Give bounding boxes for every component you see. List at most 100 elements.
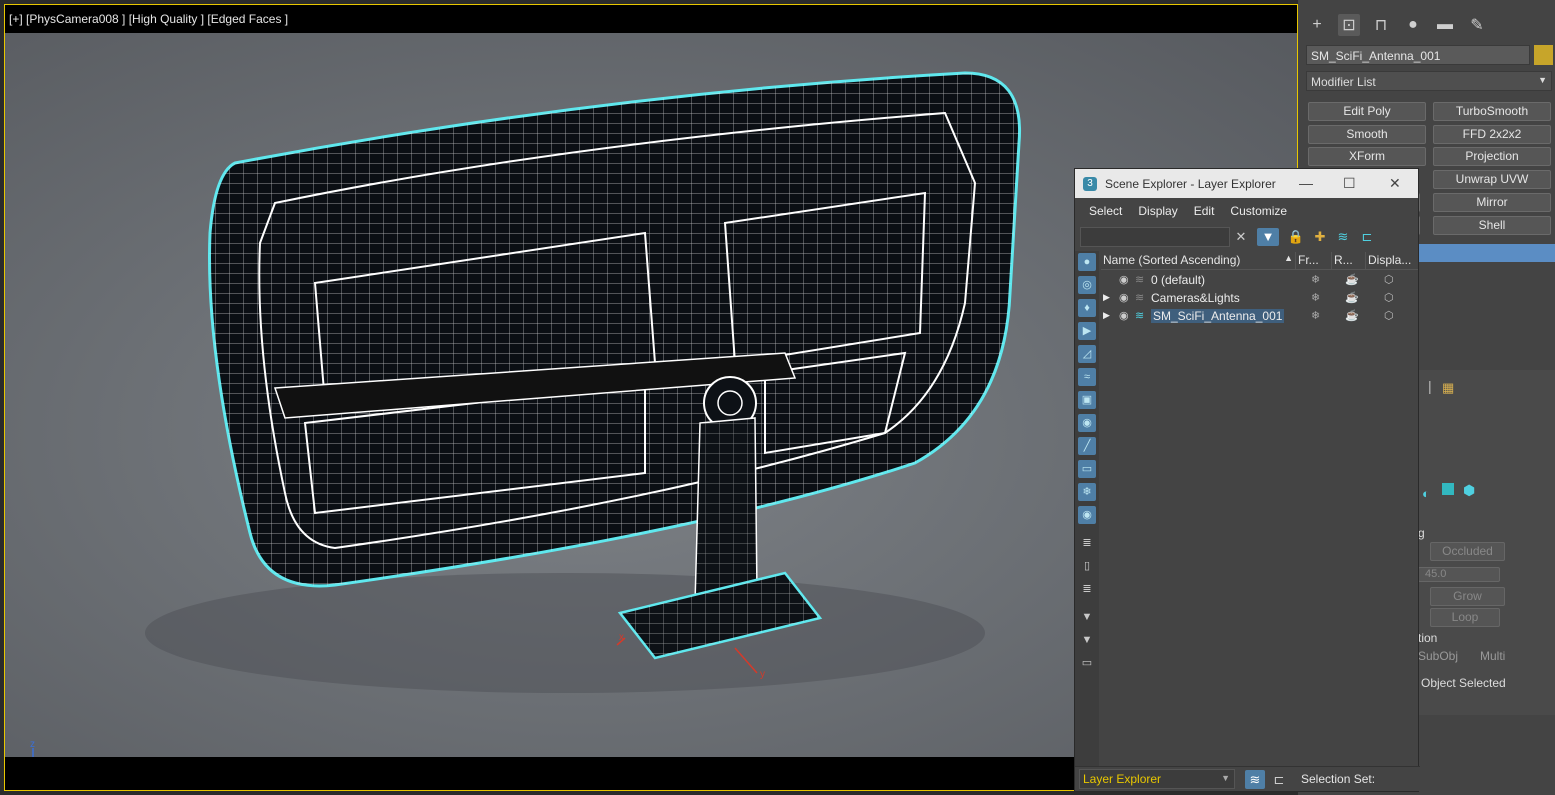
active-layer-icon: ≋ bbox=[1135, 310, 1145, 322]
visibility-eye-icon[interactable]: ◉ bbox=[1119, 273, 1129, 286]
scene-explorer-titlebar[interactable]: 3 Scene Explorer - Layer Explorer — ☐ ✕ bbox=[1075, 169, 1418, 198]
command-panel-tabs: + ⊡ ⊓ ● ▬ ✎ bbox=[1306, 14, 1488, 36]
object-color-swatch[interactable] bbox=[1534, 45, 1553, 65]
menu-select[interactable]: Select bbox=[1081, 198, 1130, 223]
modifier-stack-selected-item[interactable] bbox=[1418, 244, 1555, 262]
column-name[interactable]: Name (Sorted Ascending) ▲ bbox=[1101, 252, 1296, 269]
modify-tab-icon[interactable]: ⊡ bbox=[1338, 14, 1360, 36]
sort-by-hierarchy-icon[interactable]: ⊏ bbox=[1269, 770, 1289, 789]
modifier-button-smooth[interactable]: Smooth bbox=[1308, 125, 1426, 144]
display-box-icon[interactable]: ⬡ bbox=[1384, 273, 1394, 286]
viewport-label[interactable]: [+] [PhysCamera008 ] [High Quality ] [Ed… bbox=[5, 5, 1297, 33]
sort-ascending-icon: ▲ bbox=[1284, 253, 1293, 263]
modifier-button-shell[interactable]: Shell bbox=[1433, 216, 1551, 235]
group-label: g bbox=[1418, 526, 1425, 540]
expand-arrow-icon[interactable]: ▶ bbox=[1103, 292, 1110, 303]
column-renderable[interactable]: R... bbox=[1332, 252, 1366, 269]
axis-z-label: z bbox=[30, 739, 35, 750]
modifier-button-edit-poly[interactable]: Edit Poly bbox=[1308, 102, 1426, 121]
hidden-filter-icon[interactable]: ◉ bbox=[1078, 506, 1096, 524]
new-layer-icon[interactable]: ✚ bbox=[1311, 228, 1329, 246]
object-name-field[interactable]: SM_SciFi_Antenna_001 bbox=[1306, 45, 1530, 65]
bones-filter-icon[interactable]: ╱ bbox=[1078, 437, 1096, 455]
menu-display[interactable]: Display bbox=[1130, 198, 1185, 223]
filter-toggle-icon[interactable]: ▼ bbox=[1078, 608, 1096, 626]
modifier-button-ffd[interactable]: FFD 2x2x2 bbox=[1433, 125, 1551, 144]
visibility-eye-icon[interactable]: ◉ bbox=[1119, 309, 1129, 322]
polygon-icon[interactable] bbox=[1442, 483, 1454, 495]
layer-name[interactable]: 0 (default) bbox=[1151, 273, 1205, 287]
create-tab-icon[interactable]: + bbox=[1306, 14, 1328, 36]
occluded-button[interactable]: Occluded bbox=[1430, 542, 1505, 561]
motion-tab-icon[interactable]: ● bbox=[1402, 14, 1424, 36]
layer-row[interactable]: ▶ ◉ ≋ Cameras&Lights ❄ ☕ ⬡ bbox=[1101, 289, 1418, 307]
scene-explorer-window[interactable]: 3 Scene Explorer - Layer Explorer — ☐ ✕ … bbox=[1074, 168, 1420, 792]
loop-button[interactable]: Loop bbox=[1430, 608, 1500, 627]
geometry-filter-icon[interactable]: ● bbox=[1078, 253, 1096, 271]
layer-row-selected[interactable]: ▶ ◉ ≋ SM_SciFi_Antenna_001 ❄ ☕ ⬡ bbox=[1101, 307, 1418, 325]
maximize-icon[interactable]: ☐ bbox=[1343, 175, 1356, 192]
selection-set-label: Selection Set: bbox=[1301, 772, 1376, 786]
calendar-icon[interactable]: ▭ bbox=[1078, 654, 1096, 672]
layer-name[interactable]: SM_SciFi_Antenna_001 bbox=[1151, 309, 1285, 323]
visibility-eye-icon[interactable]: ◉ bbox=[1119, 291, 1129, 304]
filter-icon[interactable]: ▼ bbox=[1257, 228, 1279, 246]
angle-spinner[interactable]: 45.0 bbox=[1418, 567, 1500, 582]
modifier-button-xform[interactable]: XForm bbox=[1308, 147, 1426, 166]
close-icon[interactable]: ✕ bbox=[1389, 175, 1401, 192]
xrefs-filter-icon[interactable]: ◉ bbox=[1078, 414, 1096, 432]
element-icon[interactable]: ◐ bbox=[1422, 486, 1430, 501]
lights-filter-icon[interactable]: ♦ bbox=[1078, 299, 1096, 317]
column-frozen[interactable]: Fr... bbox=[1296, 252, 1332, 269]
utilities-tab-icon[interactable]: ✎ bbox=[1466, 14, 1488, 36]
sort-by-layer-icon[interactable]: ≋ bbox=[1245, 770, 1265, 789]
render-teapot-icon[interactable]: ☕ bbox=[1345, 309, 1359, 322]
layer-row[interactable]: ◉ ≋ 0 (default) ❄ ☕ ⬡ bbox=[1101, 271, 1418, 289]
groups-filter-icon[interactable]: ▣ bbox=[1078, 391, 1096, 409]
hierarchy-tab-icon[interactable]: ⊓ bbox=[1370, 14, 1392, 36]
explorer-type-dropdown[interactable]: Layer Explorer ▼ bbox=[1079, 769, 1235, 789]
helpers-filter-icon[interactable]: ◿ bbox=[1078, 345, 1096, 363]
modifier-button-projection[interactable]: Projection bbox=[1433, 147, 1551, 166]
scene-explorer-menubar: Select Display Edit Customize bbox=[1075, 198, 1418, 223]
modifier-list-dropdown[interactable]: Modifier List ▼ bbox=[1306, 71, 1552, 91]
separator-icon: | bbox=[1428, 378, 1432, 394]
clear-search-icon[interactable]: ✕ bbox=[1232, 228, 1250, 246]
grow-button[interactable]: Grow bbox=[1430, 587, 1505, 606]
freeze-icon[interactable]: ❄ bbox=[1311, 309, 1320, 322]
multi-radio[interactable]: Multi bbox=[1480, 649, 1505, 663]
modifier-button-mirror[interactable]: Mirror bbox=[1433, 193, 1551, 212]
explorer-type-label: Layer Explorer bbox=[1083, 772, 1162, 786]
lock-icon[interactable]: 🔒 bbox=[1287, 228, 1305, 246]
cameras-filter-icon[interactable]: ▶ bbox=[1078, 322, 1096, 340]
frozen-filter-icon[interactable]: ❄ bbox=[1078, 483, 1096, 501]
column-display[interactable]: Displa... bbox=[1366, 252, 1416, 269]
spacewarps-filter-icon[interactable]: ≈ bbox=[1078, 368, 1096, 386]
freeze-icon[interactable]: ❄ bbox=[1311, 273, 1320, 286]
expand-arrow-icon[interactable]: ▶ bbox=[1103, 310, 1110, 321]
shapes-filter-icon[interactable]: ◎ bbox=[1078, 276, 1096, 294]
layers-icon[interactable]: ≋ bbox=[1334, 228, 1352, 246]
list-icon[interactable]: ≣ bbox=[1078, 534, 1096, 552]
freeze-icon[interactable]: ❄ bbox=[1311, 291, 1320, 304]
funnel-icon[interactable]: ▼ bbox=[1078, 631, 1096, 649]
menu-edit[interactable]: Edit bbox=[1186, 198, 1223, 223]
display-box-icon[interactable]: ⬡ bbox=[1384, 291, 1394, 304]
display-box-icon[interactable]: ⬡ bbox=[1384, 309, 1394, 322]
menu-customize[interactable]: Customize bbox=[1222, 198, 1295, 223]
layer-name[interactable]: Cameras&Lights bbox=[1151, 291, 1240, 305]
display-tab-icon[interactable]: ▬ bbox=[1434, 14, 1456, 36]
modifier-button-unwrap-uvw[interactable]: Unwrap UVW bbox=[1433, 170, 1551, 189]
search-input[interactable] bbox=[1080, 227, 1230, 247]
subobj-radio[interactable]: SubObj bbox=[1418, 649, 1458, 663]
page-icon[interactable]: ▯ bbox=[1078, 557, 1096, 575]
render-teapot-icon[interactable]: ☕ bbox=[1345, 273, 1359, 286]
containers-filter-icon[interactable]: ▭ bbox=[1078, 460, 1096, 478]
element-cube-icon[interactable]: ⬢ bbox=[1463, 482, 1475, 499]
document-icon[interactable]: ≣ bbox=[1078, 580, 1096, 598]
hierarchy-icon[interactable]: ⊏ bbox=[1358, 228, 1376, 246]
configure-modifier-sets-icon[interactable]: ▦ bbox=[1442, 380, 1454, 396]
render-teapot-icon[interactable]: ☕ bbox=[1345, 291, 1359, 304]
modifier-button-turbosmooth[interactable]: TurboSmooth bbox=[1433, 102, 1551, 121]
minimize-icon[interactable]: — bbox=[1299, 175, 1313, 191]
